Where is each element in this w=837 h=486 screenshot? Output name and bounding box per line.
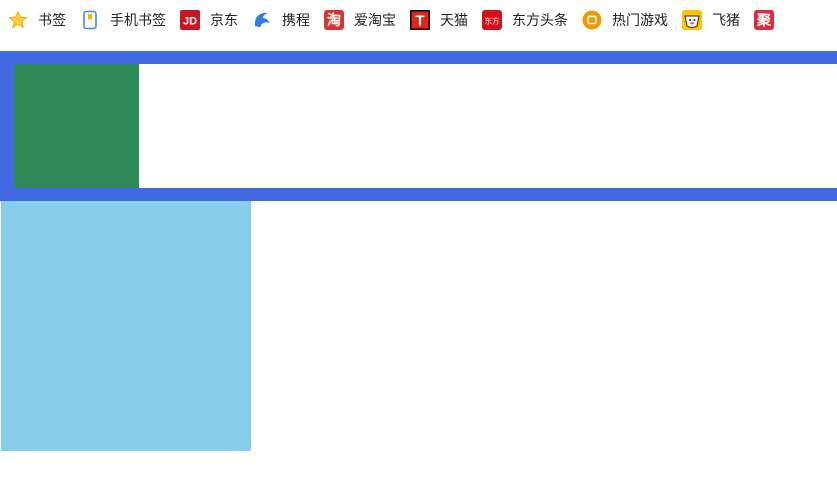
bookmark-jd[interactable]: JD 京东	[180, 0, 238, 40]
ju-icon: 聚	[754, 10, 774, 30]
bookmark-fliggy[interactable]: 飞猪	[682, 0, 740, 40]
star-icon	[8, 10, 28, 30]
bookmark-label: 携程	[282, 13, 310, 29]
bookmark-label: 京东	[210, 13, 238, 29]
fliggy-icon	[682, 10, 702, 30]
svg-text:JD: JD	[183, 16, 197, 28]
jd-logo-icon: JD	[180, 10, 200, 30]
svg-text:T: T	[415, 13, 424, 30]
bookmarks-bar: 书签 手机书签 JD 京东 携程 淘 爱淘宝 T 天猫 东方 东方头条 热门游戏…	[0, 0, 837, 40]
svg-text:淘: 淘	[327, 12, 341, 29]
bookmark-games[interactable]: 热门游戏	[582, 0, 668, 40]
bookmark-shuqian[interactable]: 书签	[8, 0, 66, 40]
tmall-icon: T	[410, 10, 430, 30]
bookmark-label: 东方头条	[512, 13, 568, 29]
bookmark-label: 书签	[38, 13, 66, 29]
bookmark-label: 天猫	[440, 13, 468, 29]
svg-text:东方: 东方	[485, 16, 500, 26]
dongfang-icon: 东方	[482, 10, 502, 30]
green-box	[14, 64, 139, 188]
bookmark-label: 热门游戏	[612, 13, 668, 29]
bookmark-dongfang[interactable]: 东方 东方头条	[482, 0, 568, 40]
bookmark-mobile[interactable]: 手机书签	[80, 0, 166, 40]
bookmark-label: 手机书签	[110, 13, 166, 29]
bookmark-tmall[interactable]: T 天猫	[410, 0, 468, 40]
sky-blue-box	[1, 201, 251, 451]
bookmark-label: 爱淘宝	[354, 13, 396, 29]
phone-bookmark-icon	[80, 10, 100, 30]
bookmark-aitaobao[interactable]: 淘 爱淘宝	[324, 0, 396, 40]
bookmark-ju[interactable]: 聚	[754, 0, 774, 40]
ctrip-dolphin-icon	[252, 10, 272, 30]
svg-text:聚: 聚	[756, 13, 772, 29]
bookmark-label: 飞猪	[712, 13, 740, 29]
taobao-icon: 淘	[324, 10, 344, 30]
bookmark-ctrip[interactable]: 携程	[252, 0, 310, 40]
games-icon	[582, 10, 602, 30]
